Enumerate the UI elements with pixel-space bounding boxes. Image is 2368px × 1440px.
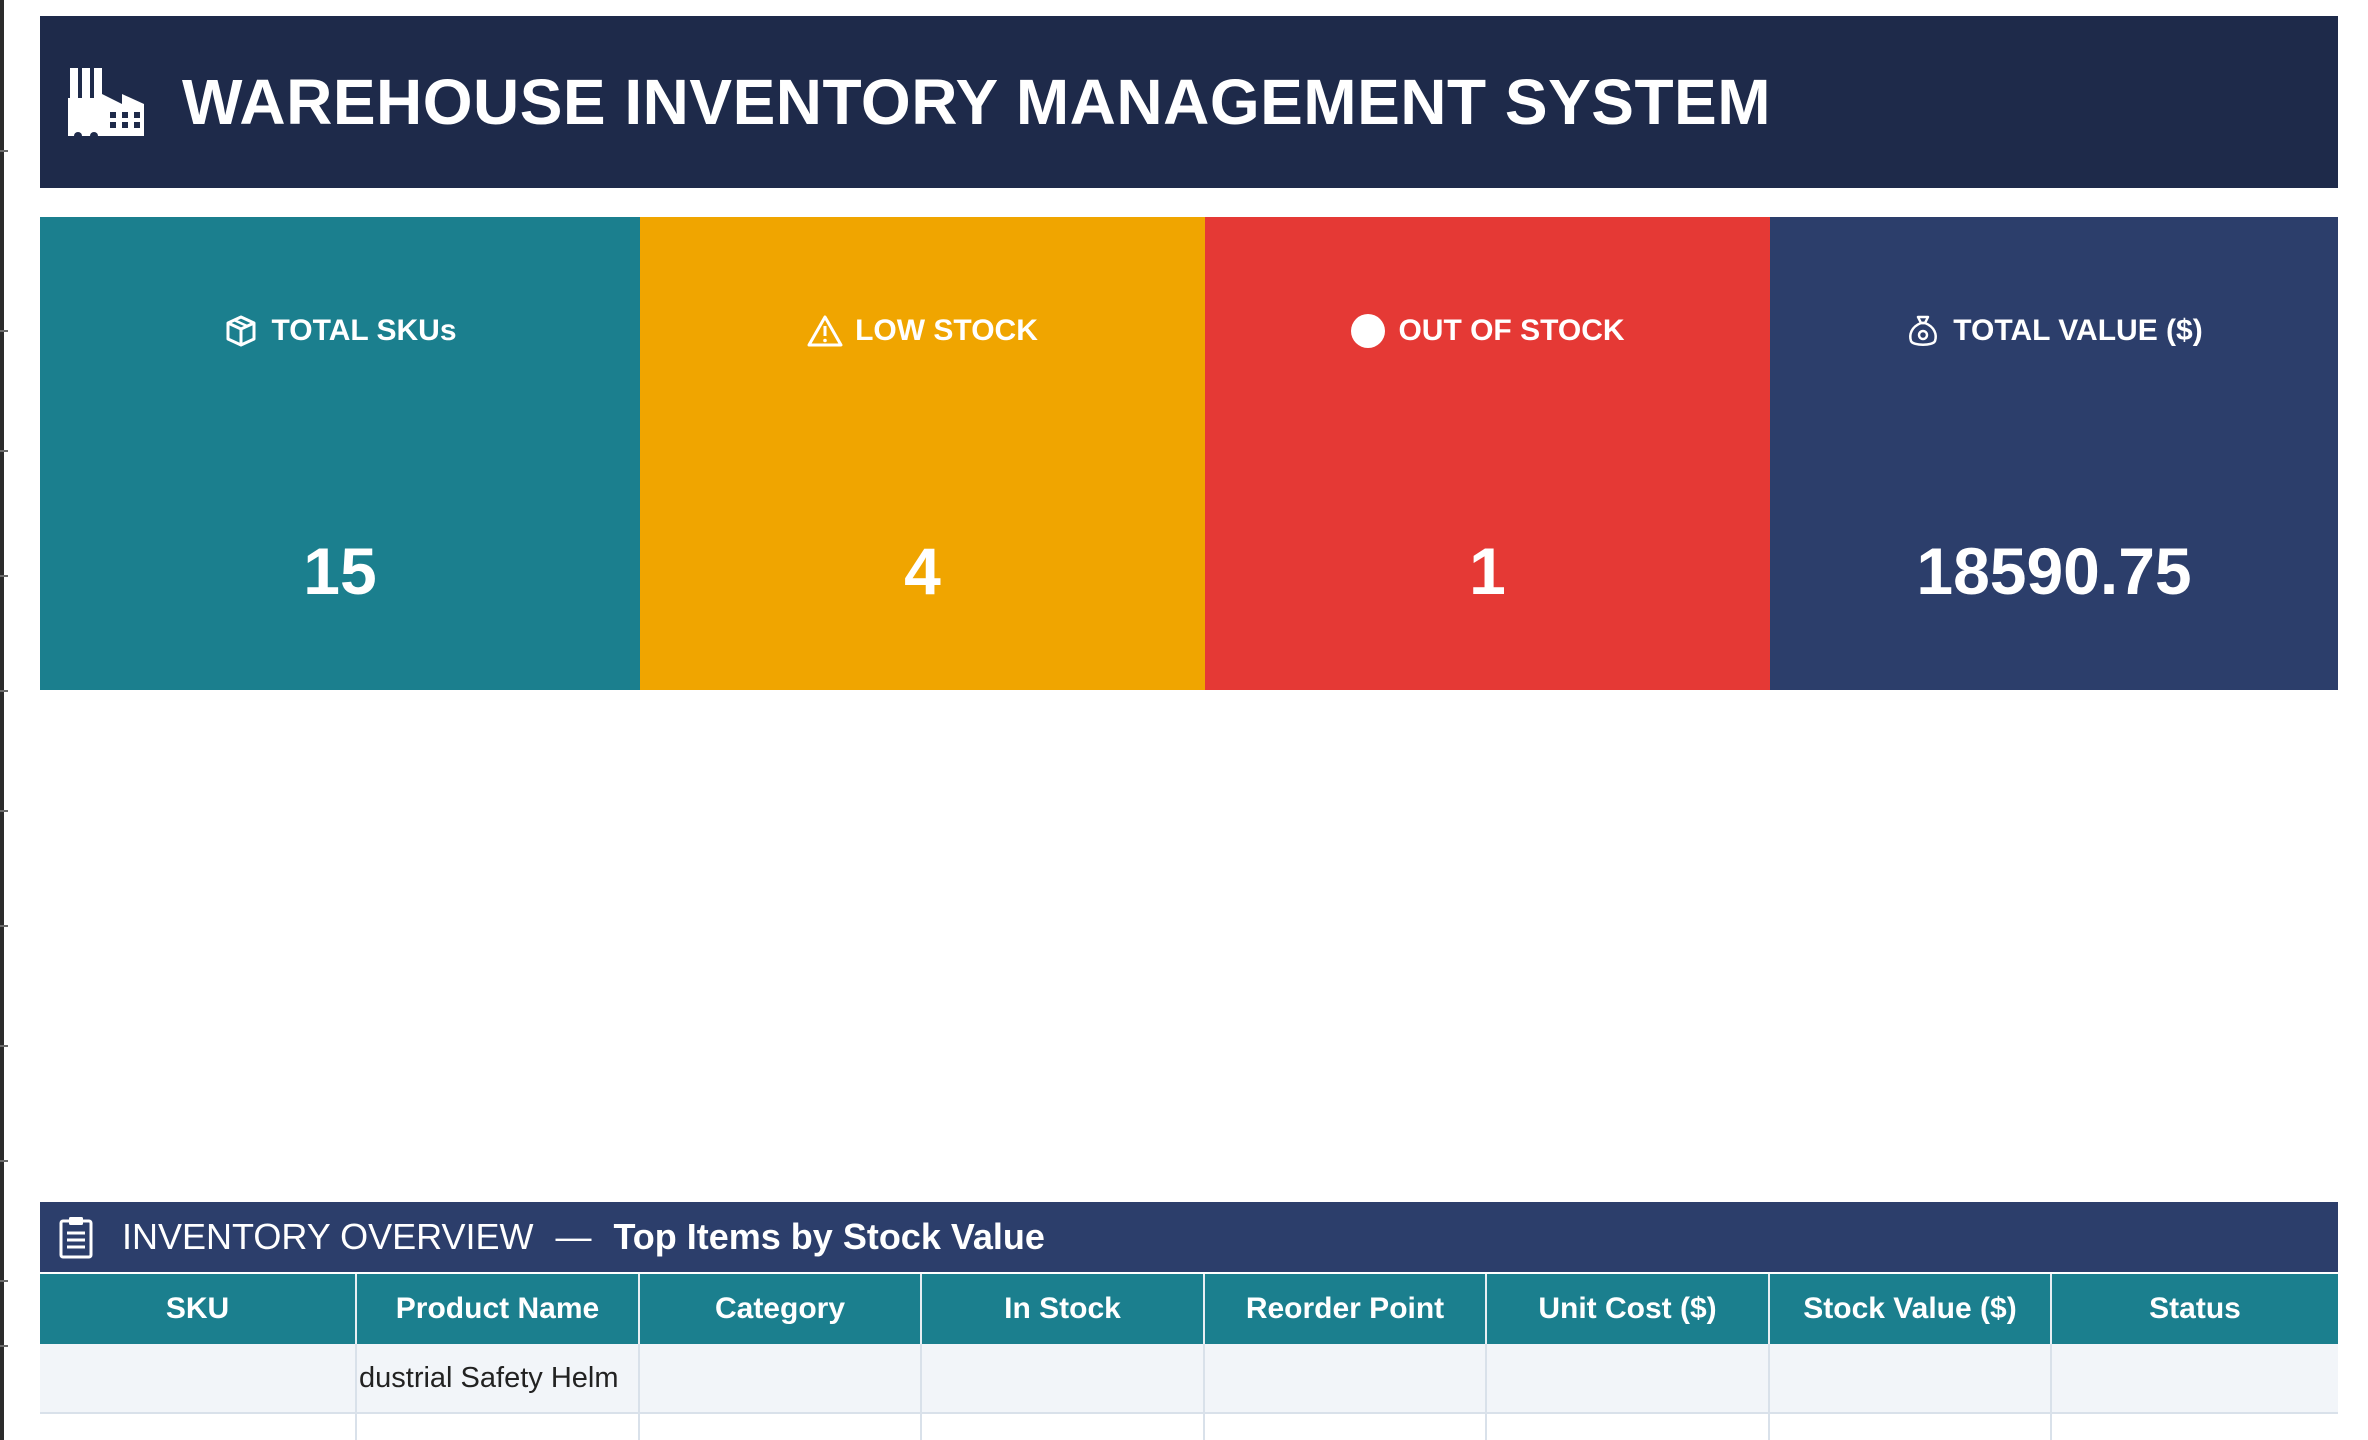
kpi-label: OUT OF STOCK — [1398, 314, 1625, 347]
column-header-sku[interactable]: SKU — [40, 1274, 357, 1344]
kpi-label-row: LOW STOCK — [640, 313, 1205, 349]
cell-stock-value[interactable] — [1770, 1344, 2052, 1412]
cell-unit-cost[interactable] — [1487, 1414, 1770, 1440]
page-title: WAREHOUSE INVENTORY MANAGEMENT SYSTEM — [182, 66, 1772, 138]
money-bag-icon — [1905, 313, 1941, 349]
column-header-product-name[interactable]: Product Name — [357, 1274, 640, 1344]
cell-stock-value[interactable] — [1770, 1414, 2052, 1440]
section-subtitle: Top Items by Stock Value — [613, 1216, 1045, 1257]
cell-category[interactable] — [640, 1344, 922, 1412]
kpi-card-out-of-stock[interactable]: OUT OF STOCK 1 — [1205, 217, 1770, 690]
column-header-reorder-point[interactable]: Reorder Point — [1205, 1274, 1487, 1344]
cell-unit-cost[interactable] — [1487, 1344, 1770, 1412]
table-header-row: SKU Product Name Category In Stock Reord… — [40, 1274, 2338, 1344]
cell-reorder-point[interactable] — [1205, 1344, 1487, 1412]
cell-status[interactable] — [2052, 1414, 2338, 1440]
package-icon — [223, 313, 259, 349]
table-row[interactable]: dustrial Safety Helm — [40, 1344, 2338, 1414]
kpi-value: 4 — [904, 534, 941, 608]
kpi-label: TOTAL VALUE ($) — [1953, 314, 2203, 347]
column-header-unit-cost[interactable]: Unit Cost ($) — [1487, 1274, 1770, 1344]
cell-sku[interactable] — [40, 1414, 357, 1440]
cell-reorder-point[interactable] — [1205, 1414, 1487, 1440]
window-left-border — [0, 0, 4, 1440]
kpi-label: LOW STOCK — [855, 314, 1038, 347]
kpi-value: 1 — [1469, 534, 1506, 608]
kpi-cards: TOTAL SKUs 15 LOW STOCK 4 OUT OF STOCK 1… — [40, 217, 2338, 690]
kpi-card-low-stock[interactable]: LOW STOCK 4 — [640, 217, 1205, 690]
circle-icon — [1350, 313, 1386, 349]
cell-sku[interactable] — [40, 1344, 357, 1412]
warning-icon — [807, 313, 843, 349]
kpi-label-row: TOTAL SKUs — [40, 313, 640, 349]
kpi-card-total-skus[interactable]: TOTAL SKUs 15 — [40, 217, 640, 690]
column-header-in-stock[interactable]: In Stock — [922, 1274, 1205, 1344]
kpi-value: 15 — [303, 534, 377, 608]
cell-category[interactable] — [640, 1414, 922, 1440]
kpi-label: TOTAL SKUs — [271, 314, 457, 347]
column-header-status[interactable]: Status — [2052, 1274, 2338, 1344]
clipboard-icon — [56, 1213, 96, 1261]
spreadsheet-canvas: WAREHOUSE INVENTORY MANAGEMENT SYSTEM TO… — [0, 0, 2368, 1440]
section-title: INVENTORY OVERVIEW — [122, 1216, 534, 1257]
table-row[interactable] — [40, 1414, 2338, 1440]
cell-status[interactable] — [2052, 1344, 2338, 1412]
kpi-card-total-value[interactable]: TOTAL VALUE ($) 18590.75 — [1770, 217, 2338, 690]
kpi-label-row: OUT OF STOCK — [1205, 313, 1770, 349]
dashboard-header: WAREHOUSE INVENTORY MANAGEMENT SYSTEM — [40, 16, 2338, 188]
cell-in-stock[interactable] — [922, 1414, 1205, 1440]
column-header-stock-value[interactable]: Stock Value ($) — [1770, 1274, 2052, 1344]
kpi-label-row: TOTAL VALUE ($) — [1770, 313, 2338, 349]
kpi-value: 18590.75 — [1916, 534, 2192, 608]
section-separator: — — [555, 1216, 592, 1257]
inventory-table: SKU Product Name Category In Stock Reord… — [40, 1274, 2338, 1440]
cell-product-name-text: dustrial Safety Helm — [359, 1361, 619, 1394]
cell-in-stock[interactable] — [922, 1344, 1205, 1412]
inventory-section-header: INVENTORY OVERVIEW — Top Items by Stock … — [40, 1202, 2338, 1272]
cell-product-name[interactable]: dustrial Safety Helm — [357, 1344, 640, 1412]
column-header-category[interactable]: Category — [640, 1274, 922, 1344]
cell-product-name[interactable] — [357, 1414, 640, 1440]
factory-icon — [64, 60, 148, 144]
